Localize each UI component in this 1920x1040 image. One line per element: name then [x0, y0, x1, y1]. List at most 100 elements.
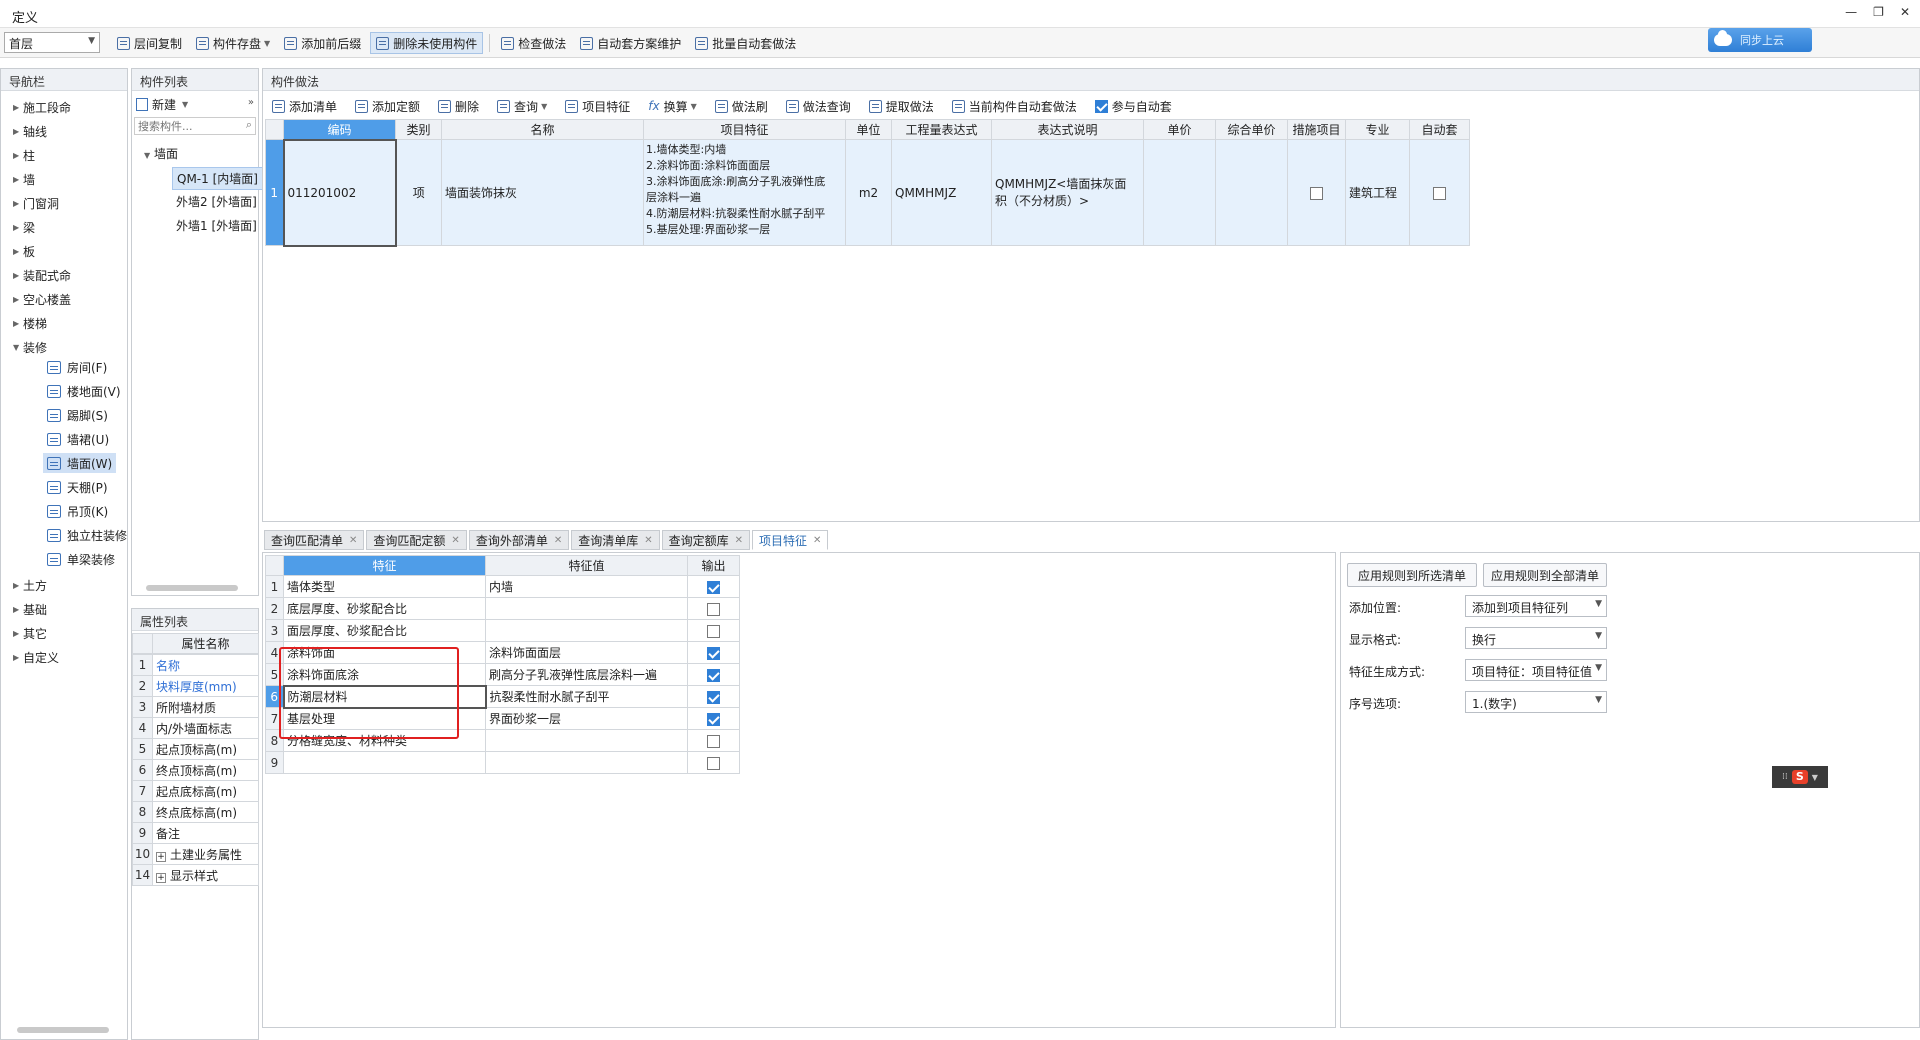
output-checkbox[interactable] — [707, 602, 720, 616]
nav-item-custom[interactable]: ▶ 自定义 — [13, 649, 59, 666]
nav-item-wall[interactable]: ▶ 墙 — [13, 171, 35, 188]
tab-match-list[interactable]: 查询匹配清单 ✕ — [264, 530, 365, 550]
method-major-cell[interactable]: 建筑工程 — [1345, 139, 1410, 246]
output-checkbox[interactable] — [707, 668, 720, 682]
output-checkbox[interactable] — [707, 690, 720, 704]
nav-item-decoration[interactable]: ▼ 装修 — [13, 339, 47, 356]
col-type[interactable]: 类别 — [395, 119, 442, 140]
nav-item-construction[interactable]: ▶ 施工段命 — [13, 99, 71, 116]
method-row[interactable]: 1 011201002 项 墙面装饰抹灰 1.墙体类型:内墙 2.涂料饰面:涂料… — [265, 138, 1470, 247]
nav-sub-dado[interactable]: 墙裙(U) — [43, 429, 113, 449]
col-feature[interactable]: 特征 — [283, 555, 486, 576]
close-tab-icon[interactable]: ✕ — [813, 535, 821, 546]
feature-value-cell[interactable] — [485, 751, 688, 774]
participate-auto-toggle[interactable]: 参与自动套 — [1090, 95, 1177, 117]
project-feature-button[interactable]: 项目特征 — [560, 95, 635, 117]
feature-value-cell[interactable] — [485, 597, 688, 620]
method-expr-cell[interactable]: QMMHMJZ — [891, 139, 992, 246]
output-cell[interactable] — [687, 729, 740, 752]
copy-floor-button[interactable]: 层间复制 — [112, 32, 187, 54]
method-features-cell[interactable]: 1.墙体类型:内墙 2.涂料饰面:涂料饰面面层 3.涂料饰面底涂:刷高分子乳液弹… — [643, 139, 846, 246]
number-option-select[interactable]: 1.(数字) ▼ — [1465, 691, 1607, 713]
method-expr-desc-cell[interactable]: QMMHMJZ<墙面抹灰面 积（不分材质）> — [991, 139, 1144, 246]
query-button[interactable]: 查询 ▼ — [492, 95, 552, 117]
col-auto[interactable]: 自动套 — [1409, 119, 1470, 140]
col-total-price[interactable]: 综合单价 — [1215, 119, 1288, 140]
output-cell[interactable] — [687, 685, 740, 708]
tab-match-quota[interactable]: 查询匹配定额 ✕ — [366, 530, 467, 550]
feature-value-cell[interactable]: 涂料饰面面层 — [485, 641, 688, 664]
nav-sub-ceiling[interactable]: 天棚(P) — [43, 477, 112, 497]
nav-sub-room[interactable]: 房间(F) — [43, 357, 111, 377]
feature-cell[interactable] — [283, 751, 486, 774]
method-auto-cell[interactable] — [1409, 139, 1470, 246]
col-feature-value[interactable]: 特征值 — [485, 555, 688, 576]
tree-item-qm1[interactable]: QM-1 [内墙面] — [172, 167, 263, 190]
nav-item-earthwork[interactable]: ▶ 土方 — [13, 577, 47, 594]
output-checkbox[interactable] — [707, 756, 720, 770]
output-cell[interactable] — [687, 707, 740, 730]
tree-item-ext-wall-1[interactable]: 外墙1 [外墙面] — [172, 215, 261, 236]
auto-checkbox[interactable] — [1433, 186, 1446, 200]
save-component-button[interactable]: 构件存盘 ▼ — [191, 32, 275, 54]
nav-item-foundation[interactable]: ▶ 基础 — [13, 601, 47, 618]
nav-item-beam[interactable]: ▶ 梁 — [13, 219, 35, 236]
method-name-cell[interactable]: 墙面装饰抹灰 — [441, 139, 644, 246]
property-row[interactable]: 7 起点底标高(m) — [132, 780, 259, 802]
feature-row[interactable]: 9 — [265, 751, 740, 774]
cloud-sync-button[interactable]: 同步上云 — [1708, 28, 1812, 52]
nav-item-door-window[interactable]: ▶ 门窗洞 — [13, 195, 59, 212]
col-expr-desc[interactable]: 表达式说明 — [991, 119, 1144, 140]
output-cell[interactable] — [687, 575, 740, 598]
add-position-select[interactable]: 添加到项目特征列 ▼ — [1465, 595, 1607, 617]
delete-button[interactable]: 删除 — [433, 95, 484, 117]
col-output[interactable]: 输出 — [687, 555, 740, 576]
col-major[interactable]: 专业 — [1345, 119, 1410, 140]
tab-project-features[interactable]: 项目特征 ✕ — [752, 530, 829, 550]
property-row[interactable]: 9 备注 — [132, 822, 259, 844]
feature-value-cell[interactable]: 抗裂柔性耐水腻子刮平 — [485, 685, 688, 708]
close-tab-icon[interactable]: ✕ — [349, 535, 357, 546]
feature-value-cell[interactable] — [485, 619, 688, 642]
feature-value-cell[interactable] — [485, 729, 688, 752]
property-row[interactable]: 1 名称 — [132, 654, 259, 676]
property-row[interactable]: 8 终点底标高(m) — [132, 801, 259, 823]
method-unit-price-cell[interactable] — [1143, 139, 1216, 246]
expand-plus-icon[interactable]: + — [156, 872, 166, 883]
restore-button[interactable]: ❐ — [1873, 5, 1884, 19]
nav-item-other[interactable]: ▶ 其它 — [13, 625, 47, 642]
add-list-button[interactable]: 添加清单 — [267, 95, 342, 117]
output-cell[interactable] — [687, 619, 740, 642]
output-checkbox[interactable] — [707, 580, 720, 594]
method-type-cell[interactable]: 项 — [395, 139, 442, 246]
property-row[interactable]: 4 内/外墙面标志 — [132, 717, 259, 739]
feature-value-cell[interactable]: 内墙 — [485, 575, 688, 598]
expand-plus-icon[interactable]: + — [156, 851, 166, 862]
nav-sub-wall-surface[interactable]: 墙面(W) — [43, 453, 117, 473]
convert-button[interactable]: fx 换算 ▼ — [643, 95, 702, 117]
feature-row[interactable]: 3 面层厚度、砂浆配合比 — [265, 619, 740, 642]
tab-quota-library[interactable]: 查询定额库 ✕ — [661, 530, 751, 550]
tab-external-list[interactable]: 查询外部清单 ✕ — [468, 530, 570, 550]
method-code-cell[interactable]: 011201002 — [282, 138, 397, 247]
nav-item-axis[interactable]: ▶ 轴线 — [13, 123, 47, 140]
tab-list-library[interactable]: 查询清单库 ✕ — [571, 530, 660, 550]
feature-value-cell[interactable]: 界面砂浆一层 — [485, 707, 688, 730]
minimize-button[interactable]: — — [1845, 5, 1857, 19]
nav-sub-floor-surface[interactable]: 楼地面(V) — [43, 381, 125, 401]
col-code[interactable]: 编码 — [283, 119, 396, 140]
nav-item-prefab[interactable]: ▶ 装配式命 — [13, 267, 71, 284]
generate-mode-select[interactable]: 项目特征：项目特征值 ▼ — [1465, 659, 1607, 681]
add-quota-button[interactable]: 添加定额 — [350, 95, 425, 117]
close-button[interactable]: ✕ — [1900, 5, 1910, 19]
method-unit-cell[interactable]: m2 — [845, 139, 892, 246]
display-format-select[interactable]: 换行 ▼ — [1465, 627, 1607, 649]
output-checkbox[interactable] — [707, 624, 720, 638]
method-total-price-cell[interactable] — [1215, 139, 1288, 246]
nav-item-column[interactable]: ▶ 柱 — [13, 147, 35, 164]
nav-sub-beam-decoration[interactable]: 单梁装修 — [43, 549, 119, 569]
method-measure-cell[interactable] — [1287, 139, 1346, 246]
component-list-scrollbar[interactable] — [146, 585, 238, 591]
feature-cell[interactable]: 墙体类型 — [283, 575, 486, 598]
close-tab-icon[interactable]: ✕ — [644, 535, 652, 546]
